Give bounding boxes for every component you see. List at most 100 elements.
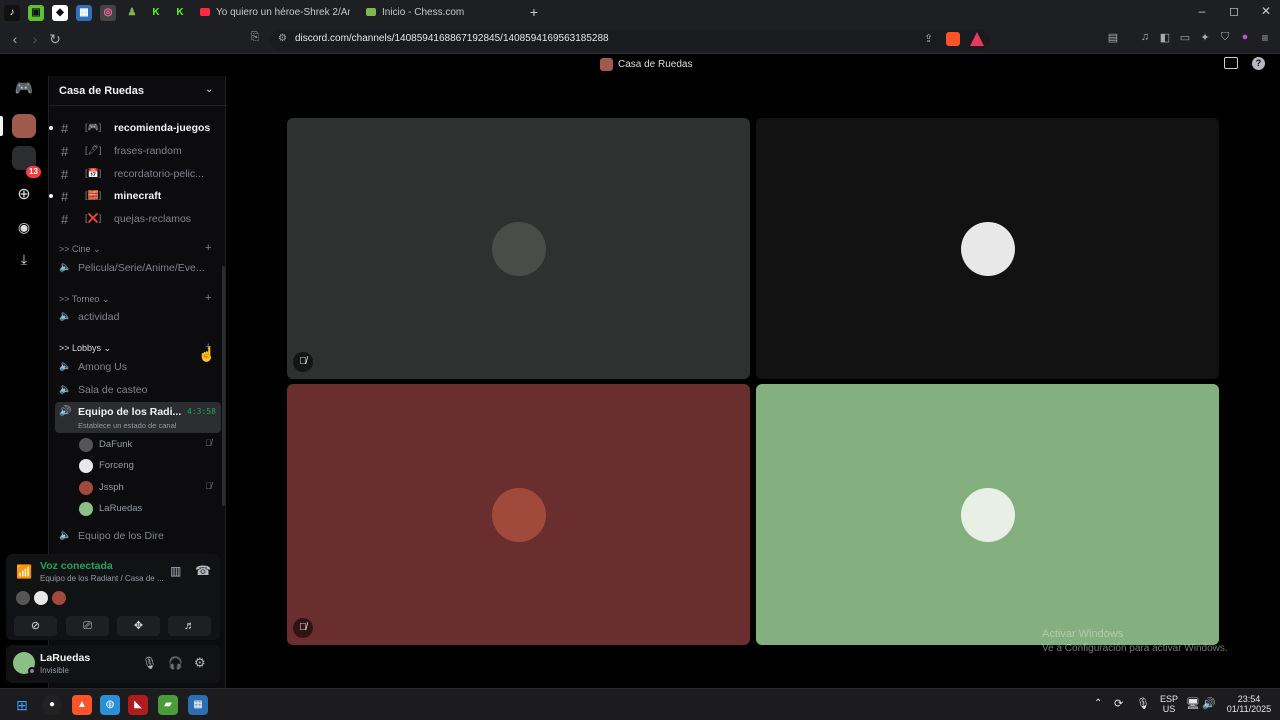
sidebar-icon[interactable]: ◧ bbox=[1156, 31, 1174, 44]
voice-status[interactable]: Voz conectada bbox=[40, 560, 113, 572]
chess-pinned-tab-icon[interactable]: ♟ bbox=[124, 5, 140, 21]
taskbar-app-icon[interactable]: ▰ bbox=[158, 695, 178, 715]
tab-chess[interactable]: Inicio - Chess.com bbox=[366, 2, 516, 24]
sync-icon[interactable]: ⟳ bbox=[1114, 697, 1123, 710]
inbox-icon[interactable] bbox=[1224, 57, 1238, 69]
category-label: >> Cine bbox=[59, 244, 91, 254]
participant-tile[interactable]: 🎙̸ bbox=[287, 118, 750, 379]
discord-home-icon[interactable]: 🎮 bbox=[12, 77, 36, 101]
brave-shields-icon[interactable] bbox=[946, 32, 960, 46]
speaker-icon: 🔈 bbox=[59, 262, 72, 273]
new-tab-button[interactable]: + bbox=[524, 4, 544, 20]
vpn-icon[interactable]: ⛉ bbox=[1216, 31, 1234, 44]
taskbar-app-icon[interactable]: ● bbox=[42, 695, 62, 715]
leo-ai-icon[interactable]: ✦ bbox=[1196, 31, 1214, 44]
add-channel-icon[interactable]: + bbox=[205, 242, 211, 254]
add-server-icon[interactable]: ⊕ bbox=[12, 183, 36, 207]
server-icon-casa-de-ruedas[interactable] bbox=[12, 114, 36, 138]
taskbar-app-icon[interactable]: ▦ bbox=[188, 695, 208, 715]
back-icon[interactable]: ‹ bbox=[6, 31, 24, 47]
voice-channel-among-us[interactable]: 🔈 Among Us bbox=[55, 357, 221, 377]
category-lobbys[interactable]: >> Lobbys ⌄ bbox=[59, 343, 111, 354]
voice-channel-active[interactable]: 🔊 Equipo de los Radi... 4:3:58 Establece… bbox=[55, 402, 221, 433]
microphone-icon[interactable]: 🎙 bbox=[142, 656, 157, 670]
channel-status-prompt[interactable]: Establece un estado de canal bbox=[78, 421, 176, 430]
server-header[interactable]: Casa de Ruedas ⌄ bbox=[49, 76, 227, 106]
channel-recomienda-juegos[interactable]: # [🎮] recomienda-juegos bbox=[49, 117, 227, 139]
category-cine[interactable]: >> Cine ⌄ bbox=[59, 244, 101, 255]
reload-icon[interactable]: ↻ bbox=[46, 31, 64, 48]
forward-icon[interactable]: › bbox=[26, 31, 44, 47]
channel-name: frases-random bbox=[114, 145, 182, 157]
pinned-tab-icon[interactable]: ▦ bbox=[76, 5, 92, 21]
maximize-button[interactable]: ◻ bbox=[1224, 4, 1244, 18]
pinned-tab-icon[interactable]: ◆ bbox=[52, 5, 68, 21]
screen-share-button[interactable]: ⎚ bbox=[66, 616, 109, 636]
tab-label: Yo quiero un héroe-Shrek 2/Amanda bbox=[216, 7, 350, 18]
kick-pinned-tab-icon[interactable]: K bbox=[148, 5, 164, 21]
download-icon[interactable]: ⤓ bbox=[12, 247, 36, 271]
soundboard-button[interactable]: ♬ bbox=[168, 616, 211, 636]
microphone-icon[interactable]: 🎙 bbox=[1136, 697, 1150, 710]
network-icon[interactable]: 🖥 bbox=[1186, 697, 1200, 710]
clock[interactable]: 23:54 01/11/2025 bbox=[1226, 694, 1272, 714]
pinned-tab-icon[interactable]: ◎ bbox=[100, 5, 116, 21]
pinned-tab-icon[interactable]: ▣ bbox=[28, 5, 44, 21]
scrollbar[interactable] bbox=[222, 266, 225, 506]
category-torneo[interactable]: >> Torneo ⌄ bbox=[59, 294, 109, 305]
menu-icon[interactable]: ≡ bbox=[1256, 31, 1274, 45]
minimize-button[interactable]: – bbox=[1192, 4, 1212, 18]
camera-off-button[interactable]: ⊘ bbox=[14, 616, 57, 636]
tab-search-icon[interactable]: ▤ bbox=[1104, 31, 1122, 44]
activities-button[interactable]: ✥ bbox=[117, 616, 160, 636]
participant-tile[interactable] bbox=[756, 384, 1219, 645]
url-text: discord.com/channels/1408594168867192845… bbox=[295, 33, 609, 44]
media-icon[interactable]: ♫ bbox=[1136, 31, 1154, 43]
share-icon[interactable]: ⇪ bbox=[924, 32, 933, 45]
language-indicator[interactable]: ESP US bbox=[1160, 694, 1178, 714]
channel-recordatorio[interactable]: # [📅] recordatorio-pelic... bbox=[49, 163, 227, 185]
voice-channel-sala-de-casteo[interactable]: 🔈 Sala de casteo bbox=[55, 380, 221, 400]
volume-icon[interactable]: 🔊 bbox=[1202, 697, 1216, 710]
address-bar[interactable]: ⚙ discord.com/channels/14085941688671928… bbox=[270, 29, 990, 51]
taskbar-app-icon[interactable]: ◍ bbox=[100, 695, 120, 715]
wallet-icon[interactable]: ▭ bbox=[1176, 31, 1194, 44]
voice-channel-dire[interactable]: 🔈 Equipo de los Dire bbox=[55, 526, 221, 546]
taskbar-app-icon[interactable]: ◣ bbox=[128, 695, 148, 715]
voice-channel-actividad[interactable]: 🔈 actividad bbox=[55, 307, 221, 327]
extension-icon[interactable]: ● bbox=[1236, 31, 1254, 43]
chevron-up-icon[interactable]: ⌃ bbox=[1094, 698, 1102, 709]
bookmark-icon[interactable]: ⎘ bbox=[246, 31, 264, 44]
disconnect-icon[interactable]: ☎ bbox=[195, 563, 211, 579]
voice-channel-name: Pelicula/Serie/Anime/Eve... bbox=[78, 262, 205, 274]
brave-browser-icon[interactable]: ▲ bbox=[72, 695, 92, 715]
discover-icon[interactable]: ◉ bbox=[12, 215, 36, 239]
participant-tile[interactable]: 🎙̸ bbox=[287, 384, 750, 645]
close-window-button[interactable]: ✕ bbox=[1256, 4, 1276, 18]
windows-start-icon[interactable]: ⊞ bbox=[12, 695, 32, 715]
settings-gear-icon[interactable]: ⚙ bbox=[194, 655, 206, 671]
voice-stage: 🎙̸ 🎙̸ bbox=[227, 76, 1280, 688]
muted-icon: 🎙̸ bbox=[205, 438, 212, 448]
participant-tile[interactable] bbox=[756, 118, 1219, 379]
noise-suppression-icon[interactable]: ▥ bbox=[170, 564, 181, 578]
category-label: >> Torneo bbox=[59, 294, 100, 304]
add-channel-icon[interactable]: + bbox=[205, 292, 211, 304]
channel-frases-random[interactable]: # [🖊] frases-random bbox=[49, 140, 227, 162]
tab-youtube[interactable]: Yo quiero un héroe-Shrek 2/Amanda bbox=[200, 2, 350, 24]
brave-rewards-icon[interactable] bbox=[970, 32, 984, 46]
headphones-icon[interactable]: 🎧 bbox=[168, 656, 183, 670]
windows-taskbar: ⊞ ● ▲ ◍ ◣ ▰ ▦ ⌃ ⟳ 🎙 ESP US 🖥 🔊 23:54 01/… bbox=[0, 688, 1280, 720]
help-icon[interactable]: ? bbox=[1252, 57, 1265, 70]
tiktok-pinned-tab-icon[interactable]: ♪ bbox=[4, 5, 20, 21]
kick-pinned-tab-icon[interactable]: K bbox=[172, 5, 188, 21]
voice-channel-cine[interactable]: 🔈 Pelicula/Serie/Anime/Eve... bbox=[55, 258, 221, 278]
username[interactable]: LaRuedas bbox=[40, 652, 90, 664]
channel-quejas-reclamos[interactable]: # [❌] quejas-reclamos bbox=[49, 208, 227, 230]
channel-minecraft[interactable]: # [🧱] minecraft bbox=[49, 185, 227, 207]
voice-location[interactable]: Equipo de los Radiant / Casa de ... bbox=[40, 574, 164, 583]
member-name: LaRuedas bbox=[99, 503, 143, 514]
avatar bbox=[34, 591, 48, 605]
site-settings-icon[interactable]: ⚙ bbox=[278, 33, 287, 44]
signal-icon[interactable]: 📶 bbox=[16, 564, 32, 580]
